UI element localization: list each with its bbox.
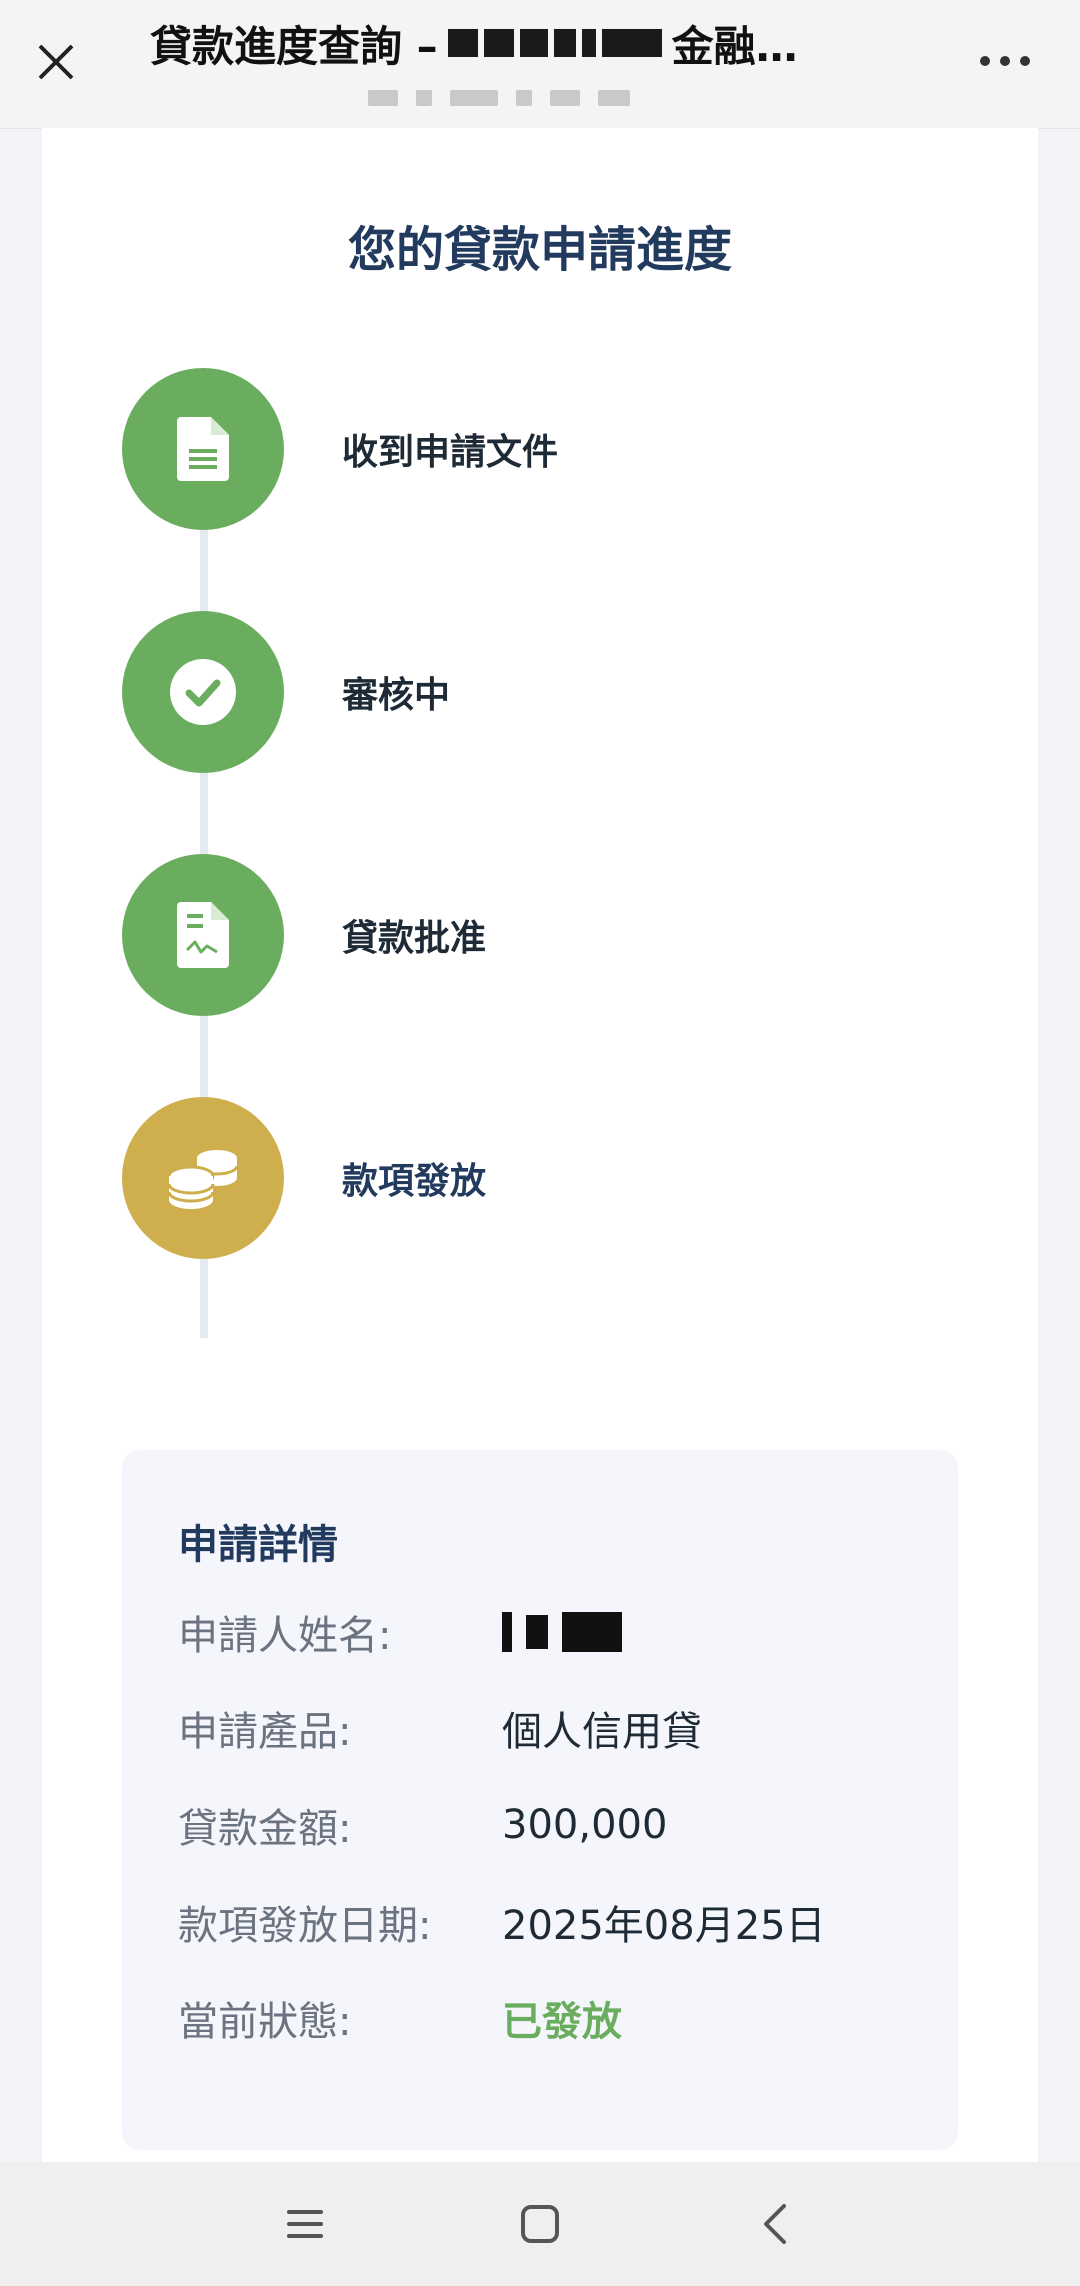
coins-icon <box>167 1150 239 1209</box>
approved-document-icon <box>177 902 229 968</box>
document-icon <box>177 417 229 481</box>
step-loan-approved: 貸款批准 <box>122 854 922 1016</box>
step-circle <box>122 368 284 530</box>
step-circle <box>122 611 284 773</box>
step-label: 款項發放 <box>342 1161 487 1202</box>
detail-row-disbursement-date: 款項發放日期: 2025年08月25日 <box>178 1892 938 1952</box>
title-prefix: 貸款進度查詢 – <box>150 21 438 69</box>
more-menu-button[interactable] <box>970 36 1040 86</box>
detail-label: 當前狀態: <box>178 1999 352 2045</box>
step-label: 貸款批准 <box>342 918 487 959</box>
detail-label: 款項發放日期: <box>178 1903 432 1949</box>
home-square-icon <box>521 2205 559 2243</box>
detail-row-product: 申請產品: 個人信用貸 <box>178 1698 938 1758</box>
application-details-panel: 申請詳情 申請人姓名: 申請產品: 個人信用貸 貸款金額: 300,000 款項… <box>122 1450 958 2150</box>
detail-value: 2025年08月25日 <box>502 1903 826 1949</box>
title-bar: 貸款進度查詢 – 金融… <box>0 0 1080 129</box>
step-circle <box>122 854 284 1016</box>
home-button[interactable] <box>500 2192 580 2256</box>
detail-row-applicant-name: 申請人姓名: <box>178 1602 938 1662</box>
progress-card: 您的貸款申請進度 收到申請文件 審核中 貸款批准 款項發放 申請詳情 申請人姓名… <box>42 128 1038 2162</box>
detail-label: 申請產品: <box>178 1709 352 1755</box>
step-documents-received: 收到申請文件 <box>122 368 922 530</box>
status-value: 已發放 <box>502 1999 622 2045</box>
close-button[interactable] <box>22 28 90 96</box>
back-chevron-icon <box>764 2204 786 2244</box>
step-funds-disbursed: 款項發放 <box>122 1097 922 1259</box>
progress-heading: 您的貸款申請進度 <box>347 222 732 278</box>
check-circle-icon <box>170 659 236 725</box>
back-button[interactable] <box>735 2192 815 2256</box>
more-icon <box>975 56 1035 66</box>
detail-row-current-status: 當前狀態: 已發放 <box>178 1988 938 2048</box>
details-title: 申請詳情 <box>178 1522 338 1568</box>
title-redacted <box>447 29 662 57</box>
step-under-review: 審核中 <box>122 611 922 773</box>
title-suffix: 金融… <box>671 21 798 69</box>
detail-label: 貸款金額: <box>178 1806 352 1852</box>
step-label: 審核中 <box>342 675 451 716</box>
step-circle <box>122 1097 284 1259</box>
detail-row-loan-amount: 貸款金額: 300,000 <box>178 1795 938 1855</box>
subtitle-redacted <box>368 90 630 112</box>
detail-label: 申請人姓名: <box>178 1613 392 1659</box>
page-title: 貸款進度查詢 – 金融… <box>150 18 910 69</box>
recent-apps-button[interactable] <box>265 2192 345 2256</box>
system-nav-bar <box>0 2162 1080 2286</box>
close-icon <box>38 44 74 80</box>
detail-value: 個人信用貸 <box>502 1709 702 1755</box>
menu-icon <box>287 2210 323 2238</box>
detail-value: 300,000 <box>502 1802 668 1848</box>
applicant-name-redacted <box>502 1612 622 1652</box>
step-label: 收到申請文件 <box>342 432 559 473</box>
